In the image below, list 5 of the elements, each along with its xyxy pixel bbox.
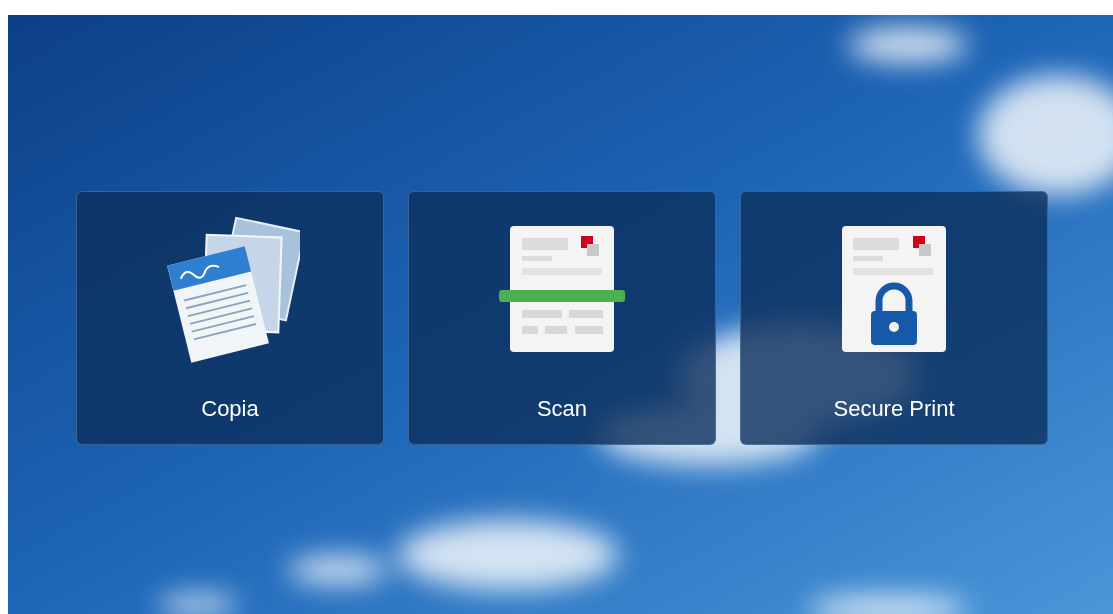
app-tile[interactable]: Scan xyxy=(408,191,716,445)
scanner-document-icon xyxy=(497,224,627,354)
app-tile[interactable]: Copia xyxy=(76,191,384,445)
app-tile[interactable]: Secure Print xyxy=(740,191,1048,445)
locked-document-icon xyxy=(841,225,947,353)
